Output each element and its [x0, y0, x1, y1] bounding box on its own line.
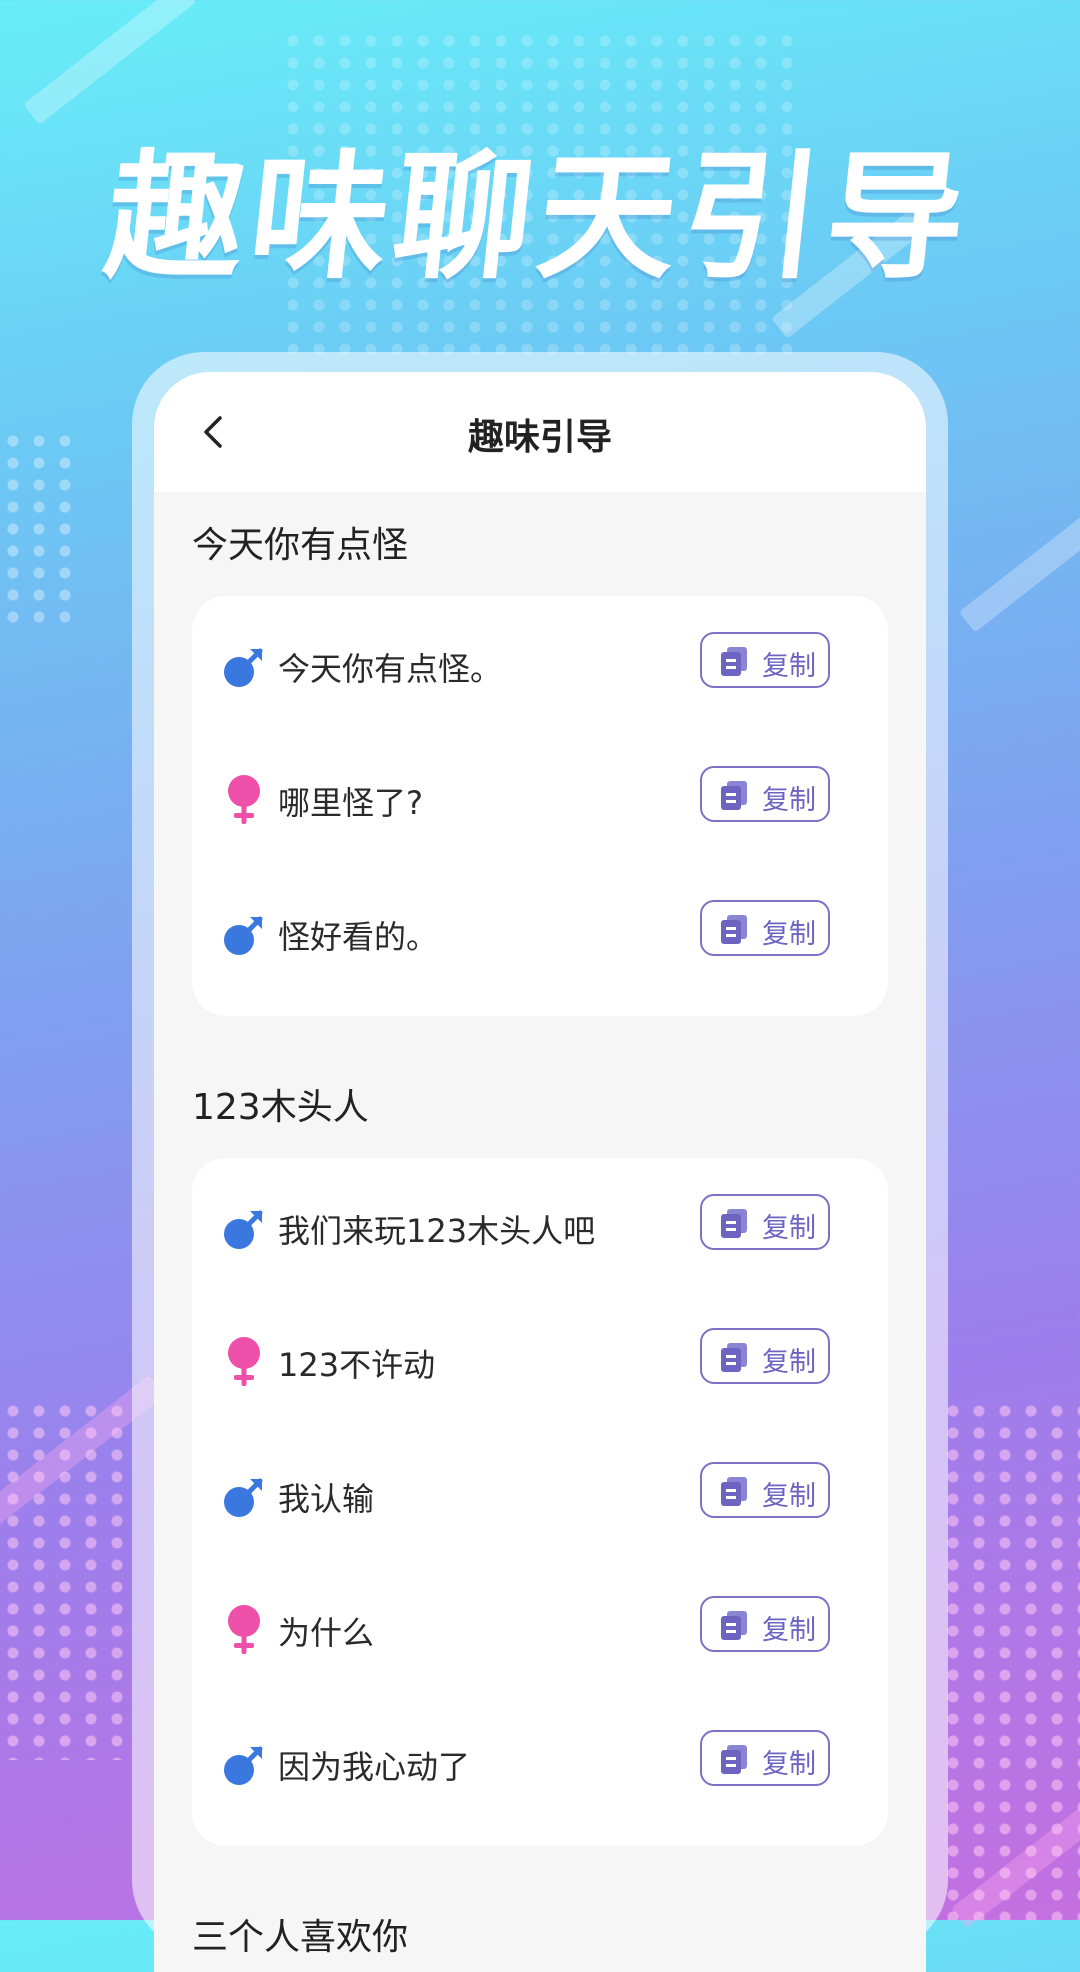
section-title: 今天你有点怪 — [192, 525, 409, 566]
dialogue-text: 怪好看的。 — [278, 918, 439, 956]
dialogue-row: 因为我心动了 复制 — [192, 1712, 888, 1812]
section-title: 三个人喜欢你 — [192, 1917, 409, 1958]
copy-button[interactable]: 复制 — [700, 632, 830, 688]
copy-icon — [721, 1209, 747, 1238]
female-icon — [228, 1605, 260, 1654]
dialogue-text: 今天你有点怪。 — [278, 650, 503, 688]
dialogue-row: 哪里怪了? 复制 — [192, 748, 888, 848]
page-title: 趣味引导 — [467, 417, 612, 458]
copy-label: 复制 — [762, 1347, 816, 1378]
copy-icon — [721, 1343, 747, 1372]
female-icon — [228, 1337, 260, 1386]
dialogue-row: 我们来玩123木头人吧 复制 — [192, 1176, 888, 1276]
copy-icon — [721, 781, 747, 810]
copy-label: 复制 — [762, 651, 816, 682]
copy-button[interactable]: 复制 — [700, 1596, 830, 1652]
copy-label: 复制 — [762, 1481, 816, 1512]
female-icon — [228, 775, 260, 824]
dialogue-card: 我们来玩123木头人吧 复制 123不许动 复制 我认输 复制 为什么 复制 因为我心动了 复制 — [192, 1158, 888, 1846]
nav-bar: 趣味引导 — [154, 372, 926, 492]
copy-icon — [721, 915, 747, 944]
copy-button[interactable]: 复制 — [700, 900, 830, 956]
section-title: 123木头人 — [192, 1087, 369, 1128]
copy-button[interactable]: 复制 — [700, 1730, 830, 1786]
copy-button[interactable]: 复制 — [700, 1194, 830, 1250]
copy-label: 复制 — [762, 919, 816, 950]
male-icon — [224, 648, 263, 687]
hero-title: 趣味聊天引导 — [98, 137, 980, 298]
copy-button[interactable]: 复制 — [700, 766, 830, 822]
dialogue-row: 怪好看的。 复制 — [192, 882, 888, 982]
male-icon — [224, 1210, 263, 1249]
copy-label: 复制 — [762, 1213, 816, 1244]
copy-label: 复制 — [762, 785, 816, 816]
copy-icon — [721, 1745, 747, 1774]
male-icon — [224, 1478, 263, 1517]
copy-button[interactable]: 复制 — [700, 1462, 830, 1518]
dialogue-text: 我认输 — [278, 1480, 375, 1518]
dialogue-text: 我们来玩123木头人吧 — [278, 1212, 596, 1250]
copy-label: 复制 — [762, 1615, 816, 1646]
dialogue-row: 123不许动 复制 — [192, 1310, 888, 1410]
dialogue-text: 因为我心动了 — [278, 1748, 471, 1786]
dialogue-card: 今天你有点怪。 复制 哪里怪了? 复制 怪好看的。 复制 — [192, 596, 888, 1016]
male-icon — [224, 916, 263, 955]
dialogue-row: 我认输 复制 — [192, 1444, 888, 1544]
copy-label: 复制 — [762, 1749, 816, 1780]
copy-icon — [721, 1477, 747, 1506]
dialogue-text: 哪里怪了? — [278, 784, 423, 822]
dialogue-row: 为什么 复制 — [192, 1578, 888, 1678]
app-screen: 趣味引导 今天你有点怪 今天你有点怪。 复制 哪里怪了? 复制 怪好看的。 复制 123木头人… — [154, 372, 926, 1972]
dialogue-text: 123不许动 — [278, 1346, 436, 1384]
copy-icon — [721, 647, 747, 676]
copy-button[interactable]: 复制 — [700, 1328, 830, 1384]
copy-icon — [721, 1611, 747, 1640]
dialogue-row: 今天你有点怪。 复制 — [192, 614, 888, 714]
male-icon — [224, 1746, 263, 1785]
dialogue-text: 为什么 — [278, 1614, 375, 1652]
